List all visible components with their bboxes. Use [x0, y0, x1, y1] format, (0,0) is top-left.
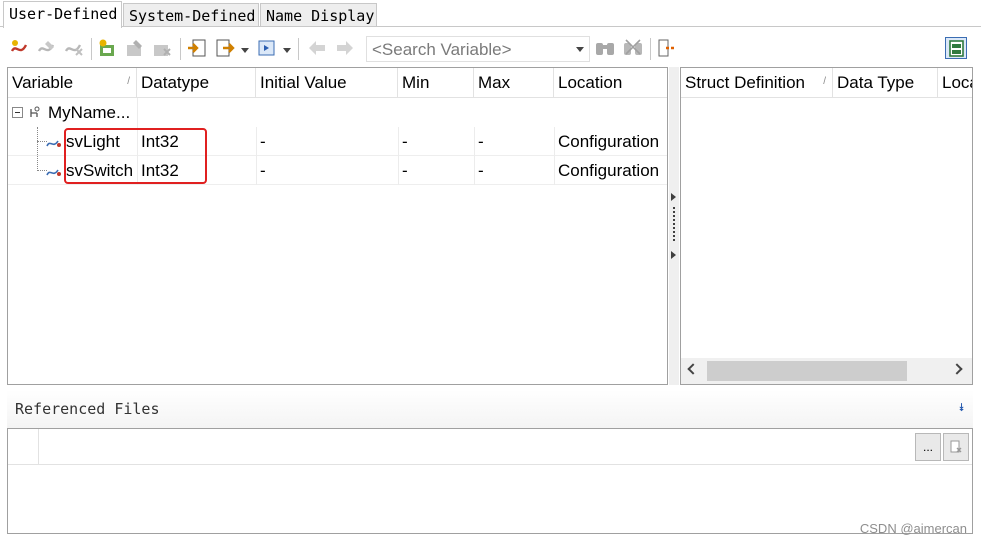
min-cell: -: [402, 161, 408, 180]
column-divider: [398, 127, 399, 185]
column-divider: [137, 98, 138, 127]
splitter-grip[interactable]: [673, 207, 675, 241]
column-divider: [256, 127, 257, 185]
browse-button[interactable]: ...: [915, 433, 941, 461]
edit-variable-icon[interactable]: [36, 37, 58, 59]
variable-icon: [46, 164, 62, 176]
column-header-min[interactable]: Min: [398, 68, 474, 98]
search-dropdown-arrow[interactable]: [576, 47, 584, 52]
column-header-data-type[interactable]: Data Type: [833, 68, 938, 98]
find-icon[interactable]: [594, 37, 616, 59]
referenced-files-toolbar: ...: [8, 429, 972, 465]
column-header-variable[interactable]: Variable /: [8, 68, 137, 98]
tab-user-defined[interactable]: User-Defined: [3, 1, 122, 28]
toolbar-separator: [91, 38, 92, 60]
scrollbar-thumb[interactable]: [707, 361, 907, 381]
collapse-icon[interactable]: [12, 107, 23, 118]
max-cell: -: [478, 161, 484, 180]
find-next-icon[interactable]: [622, 37, 644, 59]
search-variable-input[interactable]: <Search Variable>: [366, 36, 590, 62]
location-cell: Configuration: [558, 161, 660, 180]
add-variable-icon[interactable]: [9, 37, 31, 59]
sort-icon: /: [823, 76, 826, 87]
struct-grid: Struct Definition / Data Type Loca: [680, 67, 973, 385]
add-namespace-icon[interactable]: [97, 37, 119, 59]
export-dropdown-arrow[interactable]: [241, 48, 249, 53]
redo-icon[interactable]: [334, 37, 356, 59]
variable-icon: [46, 135, 62, 147]
undo-icon[interactable]: [306, 37, 328, 59]
deploy-icon[interactable]: [256, 37, 278, 59]
toolbar: <Search Variable>: [0, 33, 981, 65]
remove-file-button[interactable]: [943, 433, 969, 461]
horizontal-scrollbar[interactable]: [681, 358, 972, 384]
scroll-left-icon[interactable]: [687, 363, 699, 375]
column-header-label: Variable: [12, 73, 74, 92]
referenced-files-header[interactable]: Referenced Files ⯯: [7, 390, 973, 428]
tab-system-defined[interactable]: System-Defined: [123, 3, 259, 27]
column-header-location[interactable]: Loca: [938, 68, 972, 98]
tab-bar: User-Defined System-Defined Name Display: [0, 0, 981, 28]
collapse-chevron-icon[interactable]: ⯯: [958, 402, 965, 415]
column-header-datatype[interactable]: Datatype: [137, 68, 256, 98]
column-header-struct-definition[interactable]: Struct Definition /: [681, 68, 833, 98]
column-header-max[interactable]: Max: [474, 68, 554, 98]
panel-splitter[interactable]: [669, 67, 679, 385]
toolbar-separator: [180, 38, 181, 60]
delete-variable-icon[interactable]: [63, 37, 85, 59]
column-header-initial-value[interactable]: Initial Value: [256, 68, 398, 98]
expand-right-icon[interactable]: [671, 193, 676, 201]
export-icon[interactable]: [214, 37, 236, 59]
referenced-files-panel: ...: [7, 428, 973, 534]
column-divider: [554, 127, 555, 185]
column-header-location[interactable]: Location: [554, 68, 667, 98]
namespace-row[interactable]: MyName...: [8, 98, 667, 127]
row-header-cell: [8, 429, 39, 465]
namespace-label: MyName...: [48, 103, 131, 122]
delete-namespace-icon[interactable]: [151, 37, 173, 59]
variables-grid: Variable / Datatype Initial Value Min Ma…: [7, 67, 668, 385]
namespace-icon: [28, 105, 42, 119]
edit-namespace-icon[interactable]: [124, 37, 146, 59]
deploy-dropdown-arrow[interactable]: [283, 48, 291, 53]
remove-file-icon: [950, 440, 962, 453]
tab-divider: [0, 26, 981, 27]
initial-value-cell: -: [260, 132, 266, 151]
watermark: CSDN @aimercan: [859, 521, 967, 536]
max-cell: -: [478, 132, 484, 151]
highlight-annotation: [64, 128, 207, 184]
sort-icon: /: [127, 76, 130, 87]
toolbar-separator: [298, 38, 299, 60]
initial-value-cell: -: [260, 161, 266, 180]
expand-right-icon[interactable]: [671, 251, 676, 259]
row-divider: [8, 184, 667, 185]
toolbar-separator: [650, 38, 651, 60]
import-icon[interactable]: [186, 37, 208, 59]
column-header-label: Struct Definition: [685, 73, 805, 92]
referenced-files-title: Referenced Files: [15, 400, 160, 418]
column-divider: [474, 127, 475, 185]
layout-toggle-icon[interactable]: [945, 37, 967, 59]
min-cell: -: [402, 132, 408, 151]
location-cell: Configuration: [558, 132, 660, 151]
open-location-icon[interactable]: [656, 37, 678, 59]
scroll-right-icon[interactable]: [951, 363, 963, 375]
tab-name-display[interactable]: Name Display: [260, 3, 377, 27]
